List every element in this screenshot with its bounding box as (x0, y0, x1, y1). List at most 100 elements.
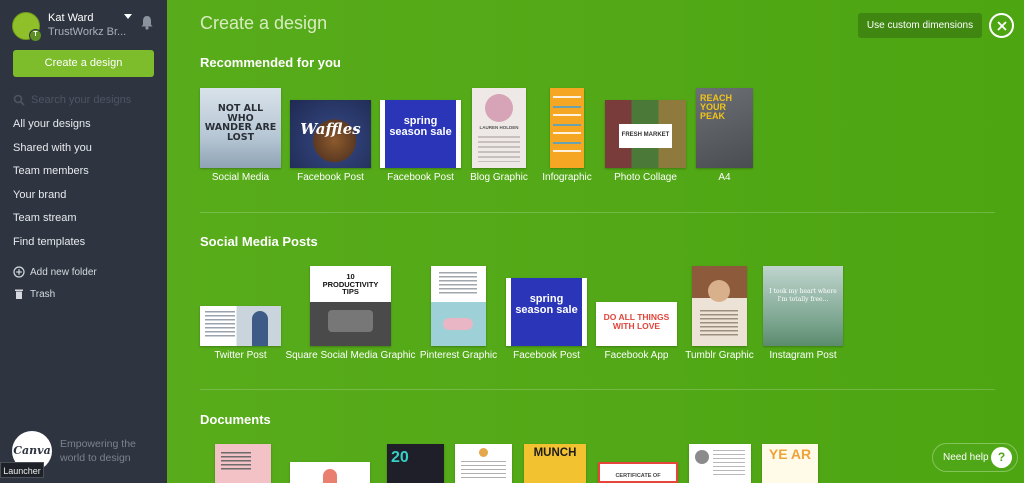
template-label: Twitter Post (214, 350, 267, 361)
thumbnail: I took my heart where I'm totally free..… (763, 266, 843, 346)
thumbnail: DO ALL THINGS WITH LOVE (596, 302, 677, 346)
template-pinterest[interactable]: Pinterest Graphic (420, 266, 497, 362)
template-blog-graphic[interactable]: LAUREN HOLDEN Blog Graphic (470, 88, 528, 183)
template-document[interactable] (455, 444, 512, 483)
section-divider (200, 212, 995, 213)
thumbnail-text: I took my heart where I'm totally free..… (769, 288, 837, 303)
thumbnail-text: 20 (391, 449, 409, 466)
thumbnail-photo (695, 450, 709, 464)
close-button[interactable] (989, 13, 1014, 38)
thumbnail-lines (461, 461, 506, 479)
thumbnail-typewriter (328, 310, 373, 332)
page-title: Create a design (200, 13, 328, 33)
add-folder-label: Add new folder (30, 267, 97, 278)
thumbnail-person (708, 280, 730, 302)
thumbnail: FRESH MARKET (605, 100, 686, 168)
thumbnail: 10 PRODUCTIVITY TIPS (310, 266, 391, 346)
create-design-button[interactable]: Create a design (13, 50, 154, 77)
thumbnail: MUNCH (524, 444, 586, 483)
thumbnail-lines (478, 136, 520, 162)
template-label: A4 (718, 172, 731, 183)
template-photo-collage[interactable]: FRESH MARKET Photo Collage (605, 100, 686, 183)
template-document[interactable]: MUNCH (524, 444, 586, 483)
thumbnail (200, 306, 281, 346)
close-icon (996, 20, 1007, 31)
tagline: Empowering the world to design (60, 438, 136, 464)
thumbnail: 20 (387, 444, 444, 483)
template-tumblr[interactable]: Tumblr Graphic (685, 266, 754, 362)
template-label: Pinterest Graphic (419, 350, 498, 361)
sidebar-item-find-templates[interactable]: Find templates (13, 234, 92, 258)
thumbnail: NOT ALL WHO WANDER ARE LOST (200, 88, 281, 168)
section-title-recommended: Recommended for you (200, 55, 341, 70)
thumbnail-text: 10 PRODUCTIVITY TIPS (322, 272, 379, 296)
trash-button[interactable]: Trash (13, 288, 55, 302)
template-infographic[interactable]: Infographic (542, 88, 592, 183)
thumbnail-logo (479, 448, 488, 457)
template-square-social[interactable]: 10 PRODUCTIVITY TIPS Square Social Media… (285, 266, 416, 362)
thumbnail-lines (713, 450, 745, 476)
thumbnail-text: spring season sale (515, 293, 578, 316)
thumbnail-lines (205, 311, 235, 337)
thumbnail-object (443, 318, 473, 330)
sidebar-item-team-stream[interactable]: Team stream (13, 210, 92, 234)
template-document[interactable] (290, 462, 370, 483)
user-name: Kat Ward (48, 12, 94, 24)
template-document[interactable]: YE AR (762, 444, 818, 483)
main-panel: Create a design Use custom dimensions Re… (167, 0, 1024, 483)
template-label: Instagram Post (769, 350, 837, 361)
thumbnail: CERTIFICATE OF (598, 462, 678, 483)
thumbnail-lines (439, 272, 477, 294)
thumbnail (215, 444, 271, 483)
template-document[interactable]: 20 (387, 444, 444, 483)
thumbnail-graphic (323, 469, 337, 483)
question-icon: ? (991, 447, 1012, 468)
template-facebook-post[interactable]: Waffles Facebook Post (290, 100, 371, 183)
add-folder-button[interactable]: Add new folder (13, 266, 97, 280)
sidebar-item-team-members[interactable]: Team members (13, 163, 92, 187)
template-twitter-post[interactable]: Twitter Post (200, 306, 281, 362)
template-document[interactable] (689, 444, 751, 483)
thumbnail-text: DO ALL THINGS WITH LOVE (603, 312, 670, 331)
template-instagram[interactable]: I took my heart where I'm totally free..… (763, 266, 843, 362)
thumbnail: LAUREN HOLDEN (472, 88, 526, 168)
need-help-button[interactable]: Need help ? (932, 443, 1018, 472)
launcher-tooltip: Launcher (0, 462, 44, 478)
sidebar: T Kat Ward TrustWorkz Br... Create a des… (0, 0, 167, 483)
template-facebook-post-social[interactable]: spring season sale Facebook Post (506, 278, 587, 362)
thumbnail-text: YE AR (768, 446, 812, 462)
plus-circle-icon (13, 266, 25, 278)
thumbnail: YE AR (762, 444, 818, 483)
thumbnail-text: CERTIFICATE OF (615, 473, 661, 479)
avatar[interactable]: T (12, 12, 42, 42)
search-icon (13, 94, 25, 106)
thumbnail: spring season sale (506, 278, 587, 346)
thumbnail-text: REACH YOUR PEAK (700, 93, 733, 121)
thumbnail (290, 462, 370, 483)
bell-icon[interactable] (140, 15, 154, 30)
sidebar-item-shared[interactable]: Shared with you (13, 140, 92, 164)
template-social-media[interactable]: NOT ALL WHO WANDER ARE LOST Social Media (200, 88, 281, 183)
template-facebook-post-sale[interactable]: spring season sale Facebook Post (380, 100, 461, 183)
need-help-label: Need help (943, 452, 989, 463)
search-input[interactable] (31, 92, 151, 108)
template-label: Photo Collage (614, 172, 677, 183)
thumbnail-text: Waffles (300, 120, 361, 138)
template-document[interactable] (215, 444, 271, 483)
thumbnail (689, 444, 751, 483)
trash-icon (15, 289, 23, 300)
caret-down-icon[interactable] (124, 14, 132, 20)
thumbnail: spring season sale (380, 100, 461, 168)
template-a4[interactable]: REACH YOUR PEAK A4 (696, 88, 753, 183)
sidebar-item-your-brand[interactable]: Your brand (13, 187, 92, 211)
thumbnail-lines (221, 452, 251, 472)
trash-label: Trash (30, 289, 56, 300)
thumbnail-text: LAUREN HOLDEN (479, 125, 519, 130)
section-title-social: Social Media Posts (200, 234, 318, 249)
template-document[interactable]: CERTIFICATE OF (598, 462, 678, 483)
thumbnail-text: MUNCH (533, 447, 577, 459)
thumbnail (550, 88, 584, 168)
custom-dimensions-button[interactable]: Use custom dimensions (858, 13, 982, 38)
sidebar-item-all-designs[interactable]: All your designs (13, 116, 92, 140)
template-facebook-app[interactable]: DO ALL THINGS WITH LOVE Facebook App (596, 302, 677, 362)
